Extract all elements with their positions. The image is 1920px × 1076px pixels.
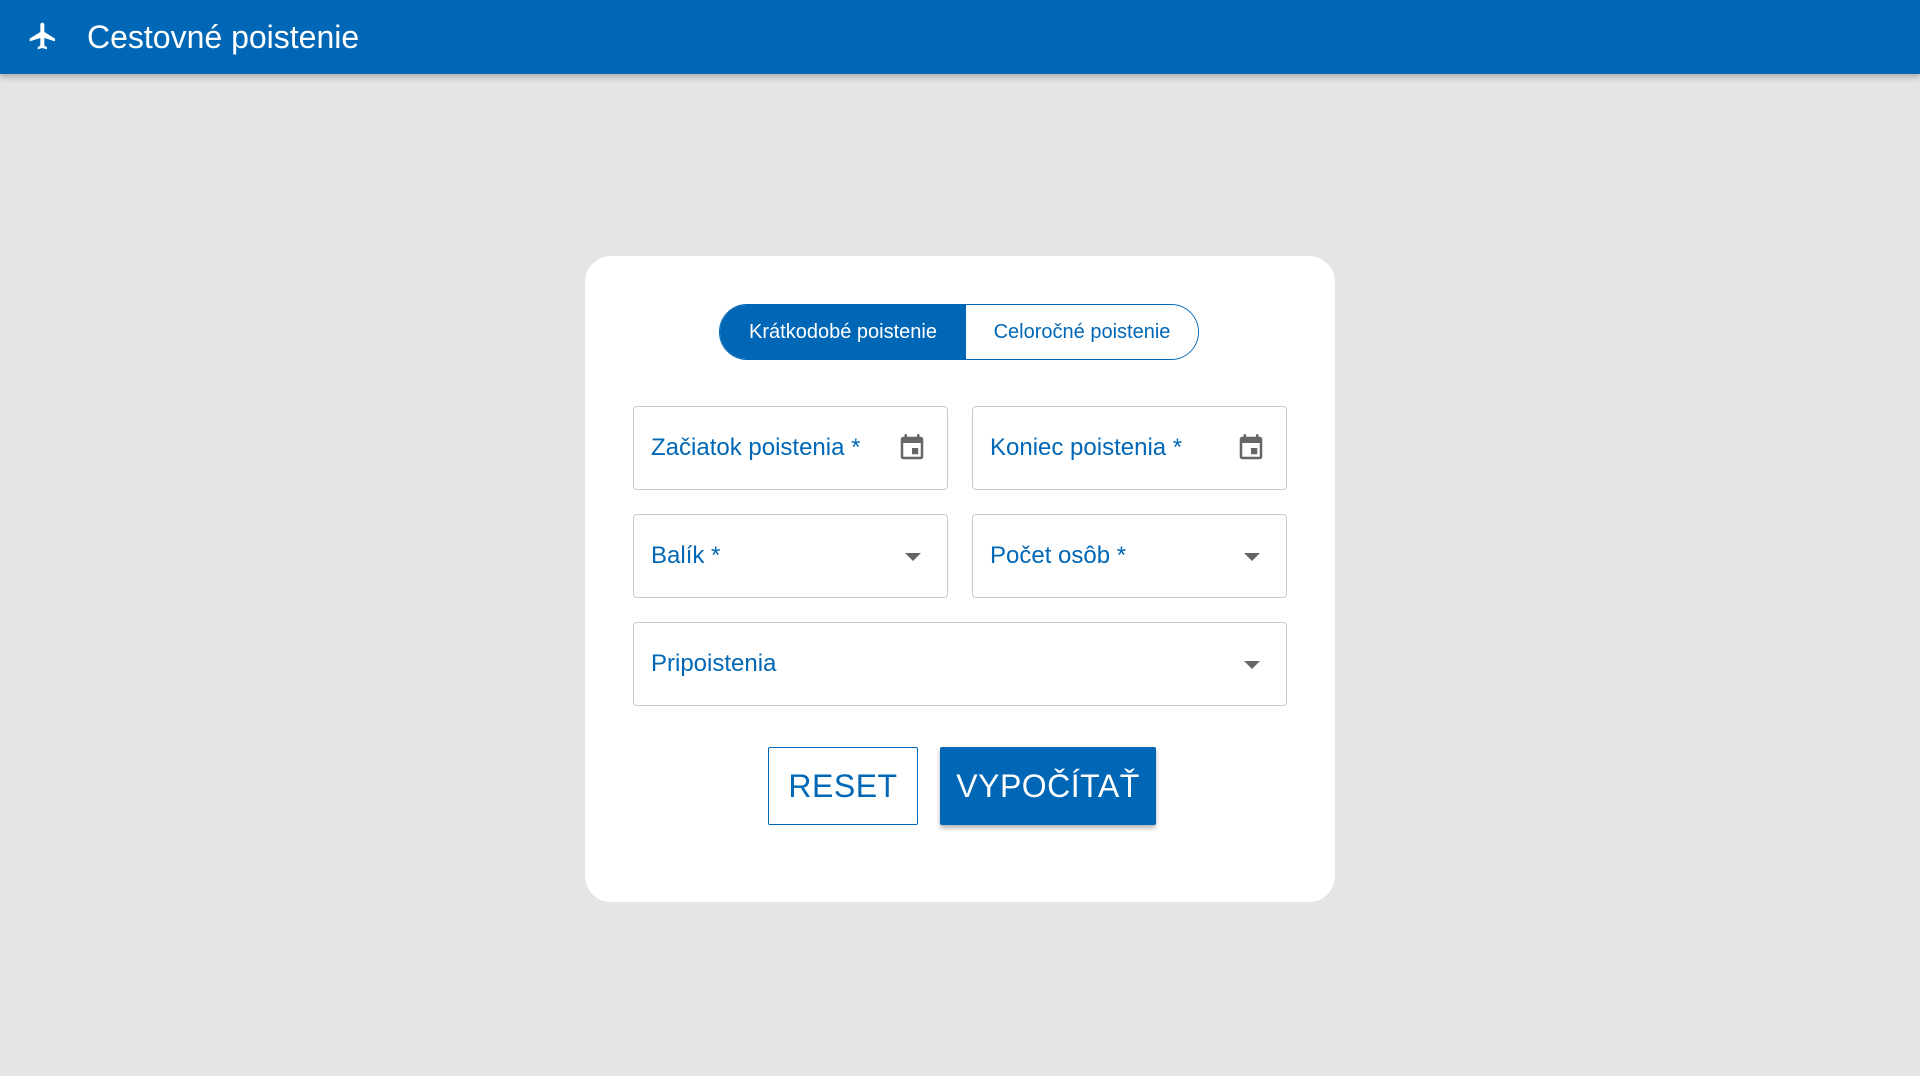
persons-select[interactable]: Počet osôb * xyxy=(972,514,1287,598)
package-select[interactable]: Balík * xyxy=(633,514,948,598)
start-date-field[interactable]: Začiatok poistenia * xyxy=(633,406,948,490)
calendar-icon[interactable] xyxy=(1236,432,1266,464)
insurance-form-card: Krátkodobé poistenie Celoročné poistenie… xyxy=(585,256,1335,902)
end-date-label: Koniec poistenia * xyxy=(990,434,1183,461)
package-label: Balík * xyxy=(651,542,721,569)
airplane-icon xyxy=(29,22,55,50)
insurance-type-toggle: Krátkodobé poistenie Celoročné poistenie xyxy=(719,304,1199,360)
start-date-label: Začiatok poistenia * xyxy=(651,434,861,461)
addons-select[interactable]: Pripoistenia xyxy=(633,622,1287,706)
dropdown-arrow-icon xyxy=(1244,553,1260,561)
dropdown-arrow-icon xyxy=(1244,661,1260,669)
dropdown-arrow-icon xyxy=(905,553,921,561)
persons-label: Počet osôb * xyxy=(990,542,1127,569)
calculate-button[interactable]: VYPOČÍTAŤ xyxy=(940,747,1156,825)
toggle-short-term[interactable]: Krátkodobé poistenie xyxy=(720,305,966,359)
end-date-field[interactable]: Koniec poistenia * xyxy=(972,406,1287,490)
addons-label: Pripoistenia xyxy=(651,650,777,677)
toggle-annual[interactable]: Celoročné poistenie xyxy=(966,305,1198,359)
app-title: Cestovné poistenie xyxy=(87,19,360,55)
calendar-icon[interactable] xyxy=(897,432,927,464)
reset-button[interactable]: RESET xyxy=(768,747,918,825)
app-bar: Cestovné poistenie xyxy=(0,0,1920,74)
